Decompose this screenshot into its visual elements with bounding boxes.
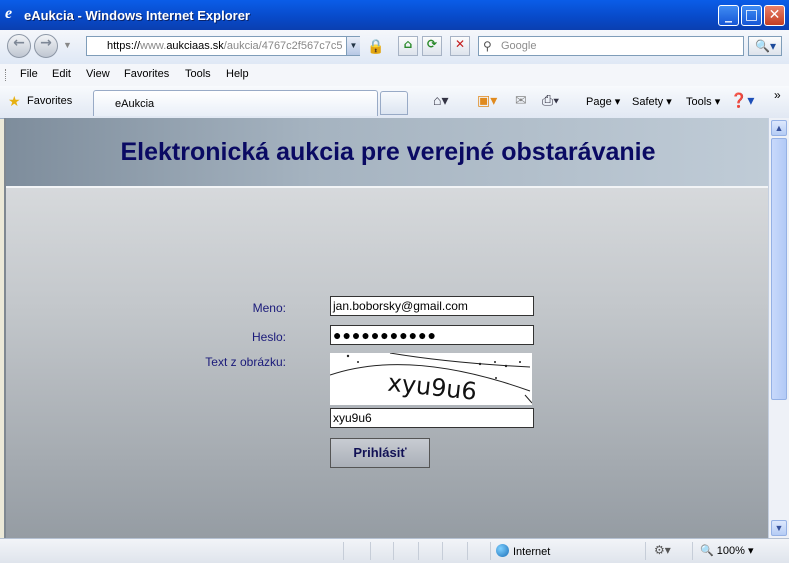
window-titlebar: e eAukcia - Windows Internet Explorer _ … — [0, 0, 789, 30]
padlock-icon[interactable]: 🔒 — [364, 36, 388, 56]
menu-file[interactable]: File — [20, 68, 38, 80]
tab-eaukcia[interactable]: eAukcia — [93, 90, 378, 116]
status-divider — [343, 542, 344, 560]
menu-bar: File Edit View Favorites Tools Help — [0, 64, 789, 87]
status-divider — [393, 542, 394, 560]
print-icon[interactable]: ⎙▾ — [542, 92, 559, 109]
favorites-button[interactable]: Favorites — [27, 95, 72, 107]
search-button[interactable]: 🔍▾ — [748, 36, 782, 56]
favorites-bar: ★ Favorites eAukcia ⌂▾ ▣▾ ✉ ⎙▾ Page ▾ Sa… — [0, 86, 789, 119]
minimize-button[interactable]: _ — [718, 5, 739, 26]
captcha-graphic: xyu9u6 — [329, 352, 533, 406]
username-input[interactable]: jan.boborsky@gmail.com — [330, 296, 534, 316]
security-zone[interactable]: Internet — [496, 544, 550, 558]
menu-help[interactable]: Help — [226, 68, 249, 80]
menu-edit[interactable]: Edit — [52, 68, 71, 80]
page-title: Elektronická aukcia pre verejné obstaráv… — [120, 138, 656, 166]
password-label: Heslo: — [251, 330, 286, 344]
safety-menu[interactable]: Safety ▾ — [632, 95, 672, 108]
new-tab-button[interactable] — [380, 91, 408, 115]
stop-button[interactable]: ✕ — [450, 36, 470, 56]
status-divider — [370, 542, 371, 560]
scroll-thumb[interactable] — [771, 138, 787, 400]
menu-favorites[interactable]: Favorites — [124, 68, 169, 80]
captcha-label: Text z obrázku: — [205, 355, 286, 369]
feeds-icon[interactable]: ▣▾ — [477, 92, 497, 109]
address-dropdown-button[interactable]: ▼ — [346, 37, 360, 55]
window-title: eAukcia - Windows Internet Explorer — [24, 8, 250, 23]
status-divider — [418, 542, 419, 560]
favorites-star-icon[interactable]: ★ — [8, 93, 21, 110]
scroll-up-button[interactable]: ▲ — [771, 120, 787, 136]
refresh-button[interactable]: ⟳ — [422, 36, 442, 56]
tab-label: eAukcia — [115, 98, 155, 110]
globe-icon — [496, 544, 509, 557]
captcha-image: xyu9u6 — [329, 352, 533, 406]
vertical-scrollbar[interactable]: ▲ ▼ — [768, 118, 789, 538]
navigation-bar: ← → ▼ https://www.aukciaas.sk/aukcia/476… — [0, 30, 789, 65]
tools-menu[interactable]: Tools ▾ — [686, 95, 720, 108]
status-divider — [490, 542, 491, 560]
captcha-text: xyu9u6 — [386, 369, 478, 405]
address-input[interactable]: https://www.aukciaas.sk/aukcia/4767c2f56… — [86, 36, 360, 56]
protected-mode-icon[interactable]: ⚙▾ — [654, 543, 671, 557]
status-divider — [442, 542, 443, 560]
status-divider — [467, 542, 468, 560]
page-banner: Elektronická aukcia pre verejné obstaráv… — [6, 118, 768, 188]
search-input[interactable]: ⚲ Google — [478, 36, 744, 56]
page-content: Elektronická aukcia pre verejné obstaráv… — [4, 118, 768, 538]
password-input[interactable]: ●●●●●●●●●●● — [330, 325, 534, 345]
chevron-more-icon[interactable]: » — [774, 88, 781, 102]
scroll-down-button[interactable]: ▼ — [771, 520, 787, 536]
menu-tools[interactable]: Tools — [185, 68, 211, 80]
captcha-input[interactable]: xyu9u6 — [330, 408, 534, 428]
forward-button[interactable]: → — [34, 34, 58, 58]
history-dropdown-icon[interactable]: ▼ — [63, 40, 72, 50]
ie-logo-icon: e — [5, 5, 13, 22]
status-divider — [692, 542, 693, 560]
status-divider — [645, 542, 646, 560]
toolbar-grip — [5, 69, 9, 81]
maximize-button[interactable]: □ — [741, 5, 762, 26]
search-icon: ⚲ — [483, 39, 492, 53]
mail-icon[interactable]: ✉ — [515, 92, 527, 109]
home-icon[interactable]: ⌂▾ — [433, 92, 448, 109]
compatibility-icon[interactable]: ⌂ — [398, 36, 418, 56]
back-button[interactable]: ← — [7, 34, 31, 58]
close-button[interactable]: ✕ — [764, 5, 785, 26]
login-button[interactable]: Prihlásiť — [330, 438, 430, 468]
zoom-control[interactable]: 🔍 100% ▾ — [700, 544, 753, 557]
page-menu[interactable]: Page ▾ — [586, 95, 620, 108]
username-label: Meno: — [252, 301, 286, 315]
help-icon[interactable]: ❓▾ — [730, 92, 754, 109]
status-bar: Internet ⚙▾ 🔍 100% ▾ — [0, 538, 789, 563]
menu-view[interactable]: View — [86, 68, 110, 80]
